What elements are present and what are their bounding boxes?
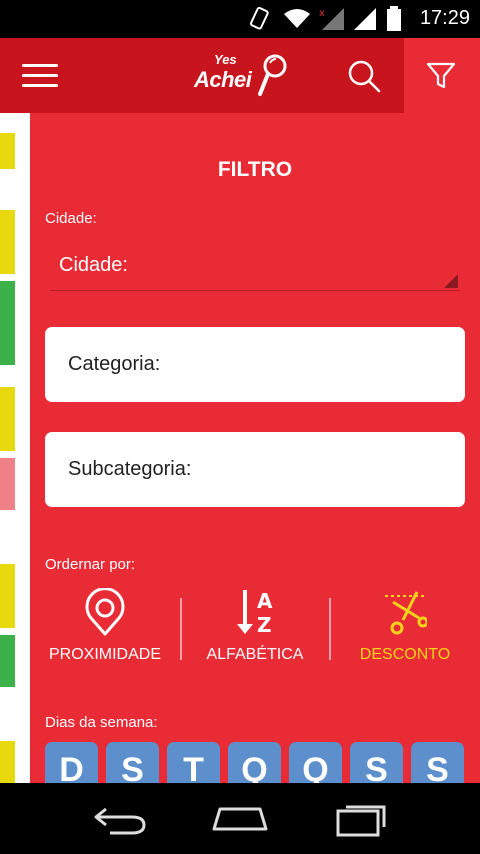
battery-icon <box>387 6 401 31</box>
background-list <box>0 113 30 783</box>
filter-panel: FILTRO Cidade: Cidade: Categoria: Subcat… <box>30 113 480 783</box>
scissors-coupon-icon <box>385 591 427 635</box>
back-icon[interactable] <box>92 799 148 835</box>
svg-text:Z: Z <box>257 613 272 637</box>
system-nav-bar <box>0 783 480 854</box>
wifi-icon <box>284 9 310 28</box>
sort-discount-label: DESCONTO <box>359 646 451 663</box>
svg-text:x: x <box>319 8 325 19</box>
weekday-selector: D S T Q Q S S <box>45 742 465 783</box>
dropdown-arrow-icon <box>444 274 458 288</box>
search-icon[interactable] <box>346 58 382 94</box>
category-field[interactable]: Categoria: <box>45 327 465 402</box>
recent-apps-icon[interactable] <box>334 799 390 837</box>
day-button-saturday[interactable]: S <box>411 742 464 783</box>
funnel-icon[interactable] <box>425 60 457 92</box>
city-select-value: Cidade: <box>59 254 128 276</box>
home-icon[interactable] <box>210 799 270 835</box>
signal-icon <box>354 8 376 30</box>
svg-text:A: A <box>257 589 273 613</box>
logo-bottom-text: Achei <box>194 67 252 92</box>
filter-title: FILTRO <box>217 158 293 181</box>
day-button-thursday[interactable]: Q <box>289 742 342 783</box>
category-field-label: Categoria: <box>68 353 161 375</box>
app-logo: Yes Achei <box>194 50 290 102</box>
day-button-friday[interactable]: S <box>350 742 403 783</box>
sort-label: Ordernar por: <box>45 556 136 573</box>
city-label: Cidade: <box>45 210 97 227</box>
logo-top-text: Yes <box>214 52 237 67</box>
city-select[interactable]: Cidade: <box>50 248 460 291</box>
day-button-monday[interactable]: S <box>106 742 159 783</box>
sort-az-icon: A Z <box>237 589 273 637</box>
day-button-wednesday[interactable]: Q <box>228 742 281 783</box>
magnifier-logo-icon <box>258 54 287 96</box>
sort-alphabetical-label: ALFABÉTICA <box>206 646 304 663</box>
status-time: 17:29 <box>419 7 470 29</box>
days-label: Dias da semana: <box>45 714 158 731</box>
sort-alphabetical-button[interactable]: A Z ALFABÉTICA <box>190 588 320 668</box>
sort-proximity-label: PROXIMIDADE <box>48 646 161 663</box>
location-pin-icon <box>85 588 125 636</box>
sort-divider <box>180 598 182 660</box>
subcategory-field-label: Subcategoria: <box>68 458 192 480</box>
sort-proximity-button[interactable]: PROXIMIDADE <box>40 588 170 668</box>
signal-no-data-icon: x <box>319 8 344 30</box>
day-button-tuesday[interactable]: T <box>167 742 220 783</box>
phone-rotate-icon <box>249 6 269 30</box>
subcategory-field[interactable]: Subcategoria: <box>45 432 465 507</box>
sort-divider <box>329 598 331 660</box>
sort-discount-button[interactable]: DESCONTO <box>340 588 470 668</box>
status-bar: x 17:29 <box>0 0 480 38</box>
menu-icon[interactable] <box>22 64 58 88</box>
day-button-sunday[interactable]: D <box>45 742 98 783</box>
